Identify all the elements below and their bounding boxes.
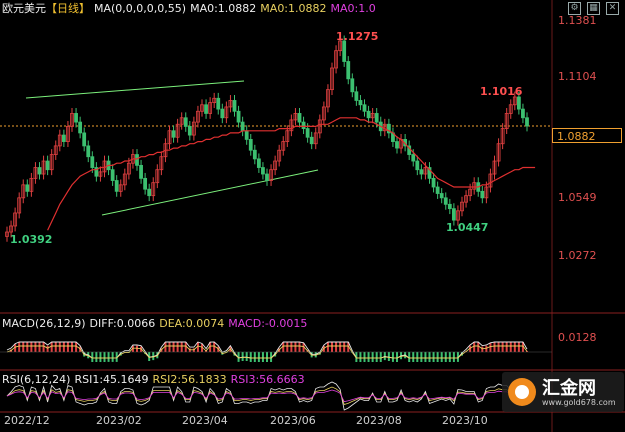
candle-body (139, 164, 143, 179)
candle-body (358, 100, 363, 106)
candle-body (415, 160, 420, 171)
candle-body (74, 113, 78, 123)
candle-body (244, 130, 249, 140)
candle-body (265, 173, 269, 181)
x-tick-6: 2023/10 (442, 414, 488, 427)
candle-body (346, 61, 351, 80)
candle-body (297, 113, 302, 123)
candle-body (90, 156, 95, 168)
rsi2-line (6, 386, 528, 406)
watermark: 汇金网 www.gold678.com (502, 372, 624, 412)
candle-body (525, 117, 529, 127)
candle-body (220, 108, 225, 119)
candle-body (435, 186, 440, 194)
gold678-logo (508, 378, 536, 406)
candle-body (521, 108, 525, 119)
low-label-2: 1.0447 (446, 221, 489, 234)
candle-body (480, 190, 485, 199)
candle-body (374, 113, 379, 123)
candle-body (301, 121, 306, 129)
current-price-box: 1.0882 (552, 128, 622, 143)
candle-body (171, 130, 176, 138)
candle-body (362, 104, 367, 112)
y-tick-3: 1.0549 (558, 191, 597, 204)
candle-body (366, 110, 371, 119)
y-tick-4: 1.0272 (558, 249, 597, 262)
candle-body (232, 100, 237, 112)
y-tick-2: 1.1104 (558, 70, 597, 83)
candle-body (204, 104, 208, 114)
x-tick-5: 2023/08 (356, 414, 402, 427)
candle-body (240, 121, 245, 132)
lower-trendline (101, 169, 319, 216)
candle-body (342, 40, 347, 62)
candle-body (86, 145, 91, 158)
candle-body (350, 78, 355, 93)
candle-body (354, 91, 359, 101)
x-tick-1: 2022/12 (4, 414, 50, 427)
candle-body (516, 96, 521, 110)
watermark-name: 汇金网 (542, 378, 596, 399)
candle-body (37, 167, 42, 175)
candle-body (147, 188, 152, 197)
candle-body (419, 169, 424, 175)
x-tick-3: 2023/04 (182, 414, 228, 427)
candle-body (187, 126, 192, 136)
candle-body (411, 154, 416, 162)
rsi1-line (6, 381, 528, 411)
candle-body (135, 154, 139, 166)
candle-body (25, 184, 30, 192)
y-tick-macd: 0.0128 (558, 331, 597, 344)
candle-body (261, 167, 265, 175)
candle-body (61, 134, 66, 142)
candle-body (309, 136, 314, 145)
x-tick-4: 2023/06 (270, 414, 316, 427)
candle-body (395, 141, 399, 149)
price-chart[interactable] (0, 0, 625, 432)
candle-body (443, 197, 448, 205)
candle-body (45, 160, 50, 171)
candle-body (143, 177, 148, 190)
candle-body (114, 180, 119, 192)
low-label-1: 1.0392 (10, 233, 53, 246)
candle-body (451, 208, 456, 221)
y-tick-1: 1.1381 (558, 14, 597, 27)
upper-trendline (25, 80, 245, 99)
candle-body (248, 139, 253, 151)
candle-body (256, 158, 261, 168)
candle-body (110, 169, 115, 181)
candle-body (236, 110, 241, 123)
candle-body (82, 132, 87, 147)
candle-body (447, 203, 452, 210)
candle-body (439, 193, 444, 199)
watermark-url: www.gold678.com (542, 398, 616, 407)
candle-body (78, 121, 83, 134)
candle-body (305, 128, 310, 138)
candle-body (183, 117, 188, 127)
candle-body (252, 149, 257, 160)
candle-body (431, 177, 436, 188)
high-label-2: 1.1016 (480, 85, 523, 98)
x-tick-2: 2023/02 (96, 414, 142, 427)
high-label-1: 1.1275 (336, 30, 379, 43)
candle-body (216, 97, 221, 110)
